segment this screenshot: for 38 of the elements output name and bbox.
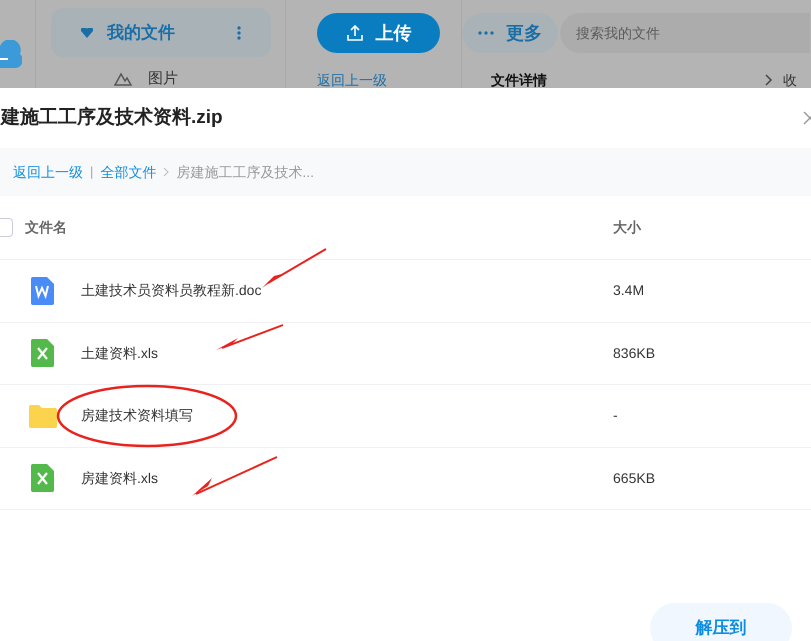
more-vertical-icon xyxy=(237,26,241,40)
column-header: 文件名 xyxy=(25,218,68,237)
back-link[interactable]: 返回上一级 xyxy=(317,72,440,88)
arrow-annotation xyxy=(261,248,328,289)
nav-item[interactable]: 图片 xyxy=(148,71,178,87)
file-size: 665KB xyxy=(613,468,656,488)
file-name[interactable]: 房建资料.xls xyxy=(81,468,613,489)
more-icon xyxy=(478,31,494,35)
column-header: 大小 xyxy=(613,218,641,237)
my-files-button[interactable]: 我的文件 xyxy=(51,8,271,57)
search-field[interactable]: 搜索我的文件 xyxy=(560,13,810,53)
breadcrumb-current: 房建施工工序及技术... xyxy=(176,162,314,182)
chevron-right-icon xyxy=(163,167,170,177)
upload-button[interactable]: 上传 xyxy=(317,13,440,53)
folder-icon xyxy=(28,404,56,428)
details-title: 文件详情 xyxy=(491,72,547,88)
file-size: 3.4M xyxy=(613,281,644,300)
cloud-logo-icon xyxy=(0,40,22,70)
more-button[interactable]: 更多 xyxy=(462,13,558,53)
back-link[interactable]: 返回上一级 xyxy=(13,162,83,182)
file-name[interactable]: 土建技术员资料员教程新.doc xyxy=(81,280,613,302)
word-file-icon xyxy=(30,276,56,305)
file-size: - xyxy=(613,406,618,426)
chevron-right-icon xyxy=(765,74,773,86)
file-name[interactable]: 房建技术资料填写 xyxy=(81,405,613,426)
collapse-link[interactable]: 收 xyxy=(783,72,797,88)
heart-icon xyxy=(81,28,93,38)
mountain-icon xyxy=(114,72,132,86)
upload-icon xyxy=(346,24,364,42)
extract-button[interactable]: 解压到 xyxy=(650,603,792,641)
spreadsheet-file-icon xyxy=(30,464,56,492)
spreadsheet-file-icon xyxy=(30,339,56,368)
root-link[interactable]: 全部文件 xyxy=(100,162,156,182)
dialog-title: 建施工工序及技术资料.zip xyxy=(1,106,223,130)
arrow-annotation xyxy=(215,324,285,352)
file-name[interactable]: 土建资料.xls xyxy=(81,342,613,364)
separator: | xyxy=(90,163,94,182)
file-size: 836KB xyxy=(613,344,656,363)
